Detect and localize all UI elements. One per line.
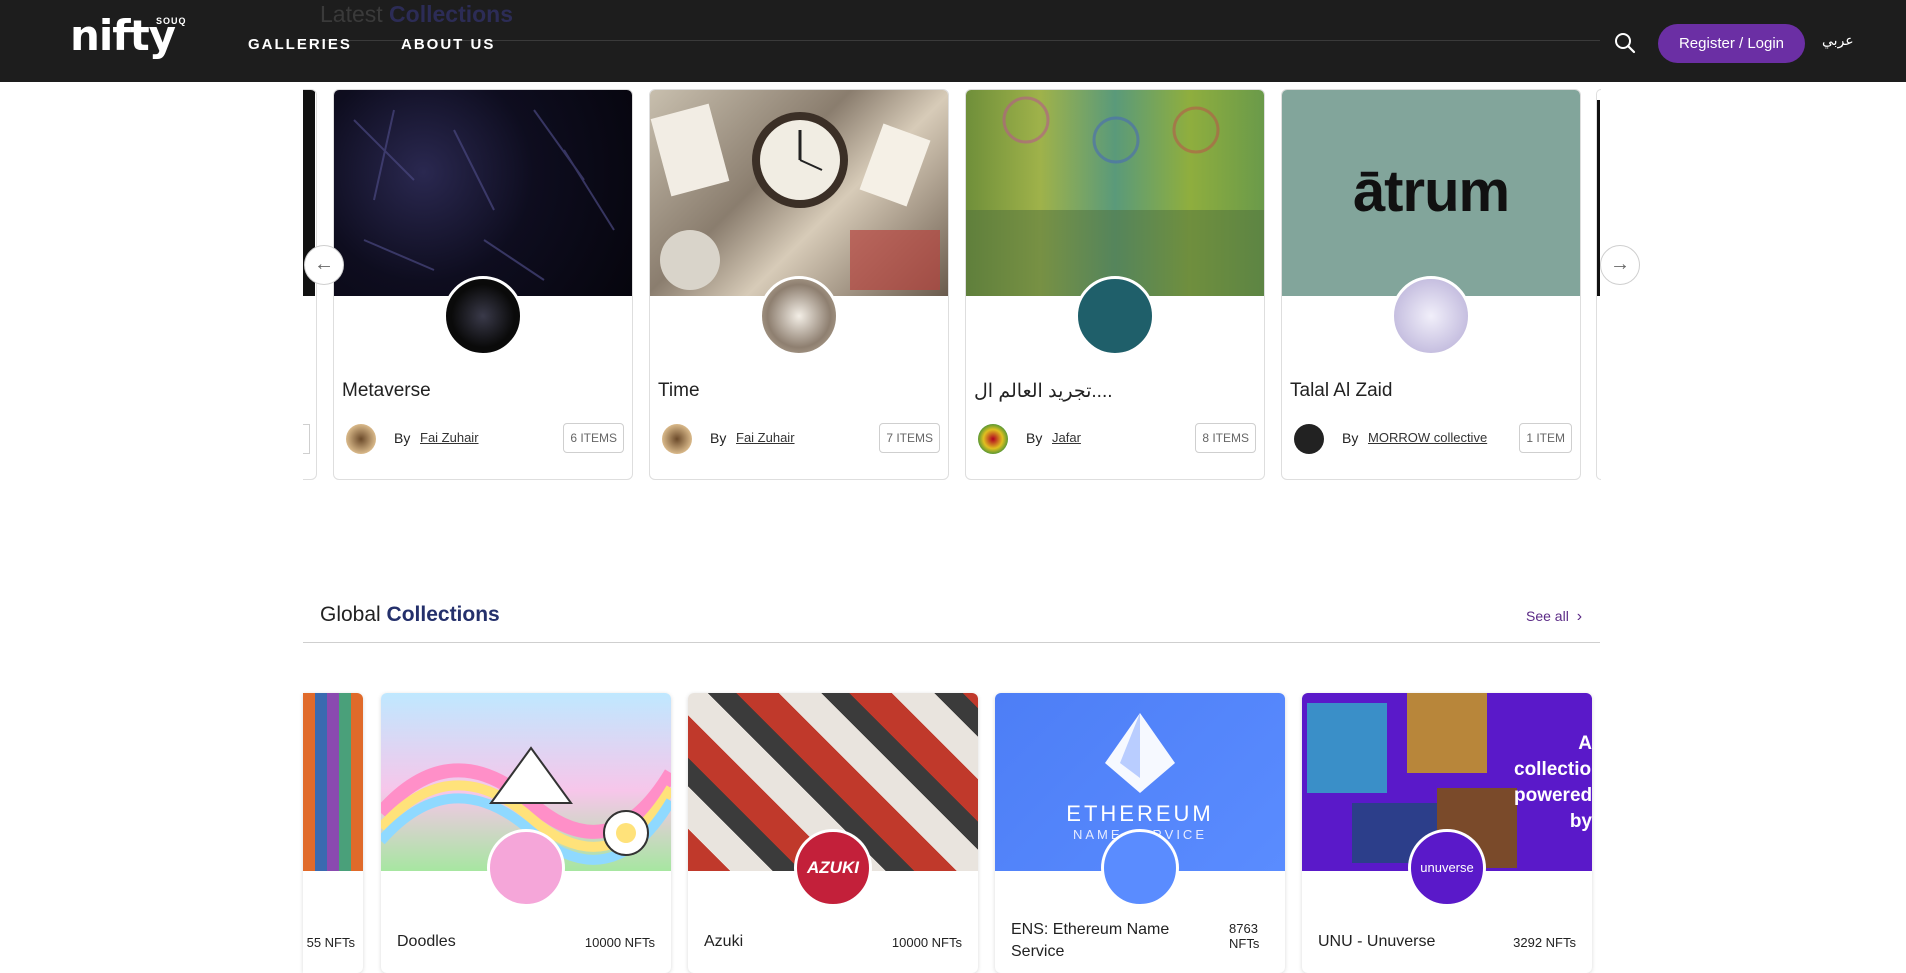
collection-cover <box>966 90 1264 296</box>
cover-text: A collection powered by <box>1514 733 1592 832</box>
nft-count: 8763 NFTs <box>1229 921 1260 951</box>
heading-divider <box>320 40 1600 41</box>
cover-art <box>650 103 940 290</box>
carousel-next-button[interactable]: → <box>1600 245 1640 285</box>
nft-count: 3292 NFTs <box>1513 935 1576 950</box>
register-login-button[interactable]: Register / Login <box>1658 24 1805 63</box>
by-label: By <box>394 430 411 446</box>
collection-logo <box>487 829 565 907</box>
language-toggle[interactable]: عربي <box>1822 32 1854 49</box>
collection-name: ENS: Ethereum Name Service <box>1011 921 1170 960</box>
partial-collection-card-left <box>303 89 317 480</box>
arrow-left-icon: ← <box>314 253 334 275</box>
nav-about-us[interactable]: ABOUT US <box>401 36 495 53</box>
heading-bold: Collections <box>389 1 514 26</box>
collection-logo: AZUKI <box>794 829 872 907</box>
creator-avatar <box>346 424 376 454</box>
latest-collections-heading: Latest Collections <box>320 0 513 26</box>
nft-count: 55 NFTs <box>306 935 355 950</box>
creator-avatar <box>978 424 1008 454</box>
by-label: By <box>1026 430 1043 446</box>
see-all-label: See all <box>1526 608 1569 624</box>
collection-cover <box>303 693 363 871</box>
collection-name: Doodles <box>397 933 456 950</box>
items-count-badge: 8 ITEMS <box>1195 423 1256 453</box>
collection-card-metaverse[interactable]: Metaverse By Fai Zuhair 6 ITEMS <box>333 89 633 480</box>
section-divider <box>303 642 1600 643</box>
collection-logo <box>443 276 523 356</box>
heading-regular: Global <box>320 603 381 626</box>
cover-art <box>966 96 1264 296</box>
logo-subtext: SOUQ <box>156 16 187 26</box>
global-card-azuki[interactable]: AZUKI Azuki 10000 NFTs <box>688 693 978 973</box>
site-logo[interactable]: nifty SOUQ <box>70 14 186 58</box>
collection-logo: unuverse <box>1408 829 1486 907</box>
collection-card-arabic[interactable]: تجريد العالم ال.... By Jafar 8 ITEMS <box>965 89 1265 480</box>
creator-link[interactable]: Fai Zuhair <box>420 430 479 445</box>
collection-cover <box>650 90 948 296</box>
partial-global-card-left: 55 NFTs <box>303 693 363 973</box>
by-label: By <box>1342 430 1359 446</box>
collection-logo <box>759 276 839 356</box>
collection-card-talal-al-zaid[interactable]: ātrum Talal Al Zaid By MORROW collective… <box>1281 89 1581 480</box>
carousel-prev-button[interactable]: ← <box>304 245 344 285</box>
nft-count: 10000 NFTs <box>891 935 962 950</box>
cover-art <box>353 109 615 281</box>
creator-link[interactable]: Jafar <box>1052 430 1081 445</box>
creator-link[interactable]: MORROW collective <box>1368 430 1487 445</box>
items-count-badge: 7 ITEMS <box>879 423 940 453</box>
search-icon[interactable] <box>1614 32 1636 54</box>
collection-title: Talal Al Zaid <box>1290 380 1393 401</box>
collection-logo <box>1101 829 1179 907</box>
items-count-badge: 1 ITEM <box>1519 423 1572 453</box>
global-card-ens[interactable]: ETHEREUM NAME SERVICE ENS: Ethereum Name… <box>995 693 1285 973</box>
nft-count: 10000 NFTs <box>584 935 655 950</box>
global-card-unuverse[interactable]: A collection powered by unuverse UNU - U… <box>1302 693 1592 973</box>
collection-card-time[interactable]: Time By Fai Zuhair 7 ITEMS <box>649 89 949 480</box>
see-all-link[interactable]: See all › <box>1526 608 1582 626</box>
heading-bold: Collections <box>386 603 500 626</box>
collection-logo <box>1075 276 1155 356</box>
collection-title: تجريد العالم ال.... <box>974 381 1113 402</box>
heading-regular: Latest <box>320 1 383 26</box>
global-card-doodles[interactable]: Doodles 10000 NFTs <box>381 693 671 973</box>
cover-wordmark: ātrum <box>1352 159 1510 224</box>
collection-cover <box>334 90 632 296</box>
collection-title: Metaverse <box>342 380 431 401</box>
collection-name: UNU - Unuverse <box>1318 933 1436 950</box>
collection-logo <box>1391 276 1471 356</box>
collection-title: Time <box>658 380 700 401</box>
cover-line-1: ETHEREUM <box>1066 801 1214 826</box>
creator-link[interactable]: Fai Zuhair <box>736 430 795 445</box>
by-label: By <box>710 430 727 446</box>
chevron-right-icon: › <box>1576 608 1583 625</box>
arrow-right-icon: → <box>1610 253 1630 275</box>
global-collections-heading: Global Collections <box>320 603 500 627</box>
collection-cover: ātrum <box>1282 90 1580 296</box>
nav-galleries[interactable]: GALLERIES <box>248 36 352 53</box>
partial-collection-card-right <box>1596 89 1601 480</box>
creator-avatar <box>662 424 692 454</box>
collection-name: Azuki <box>704 933 744 950</box>
creator-avatar <box>1294 424 1324 454</box>
items-count-badge: 6 ITEMS <box>563 423 624 453</box>
